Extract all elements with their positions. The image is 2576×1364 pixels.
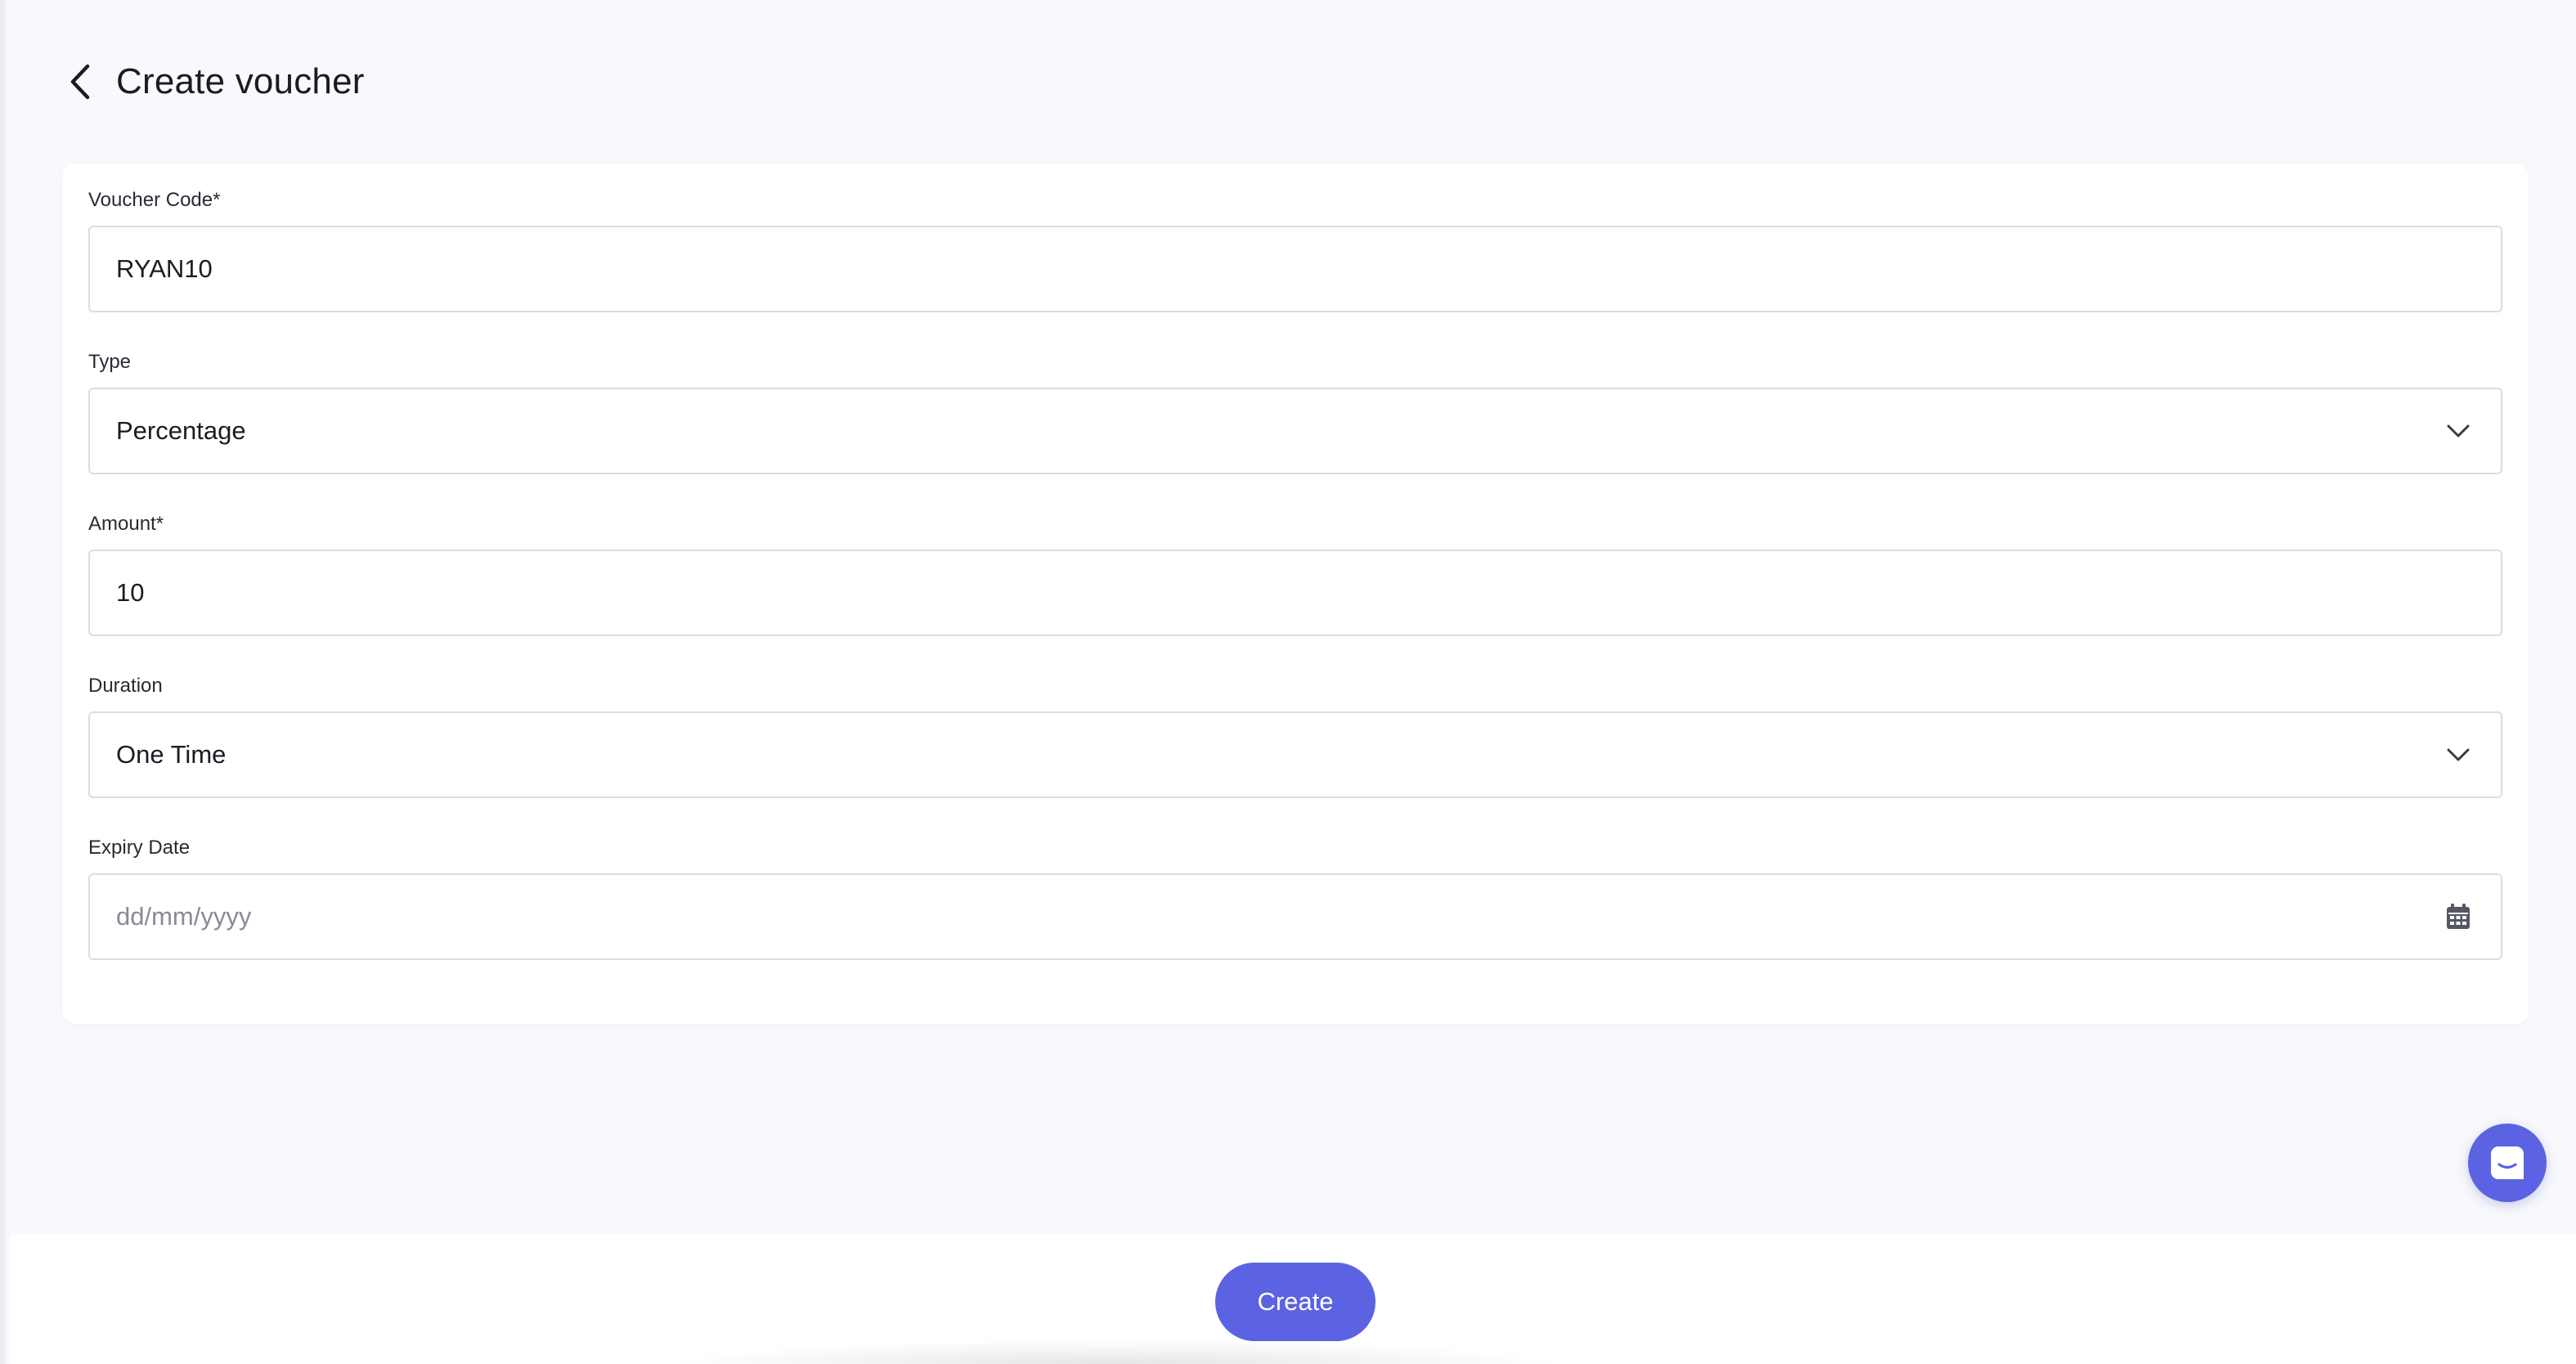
type-select[interactable]: Percentage bbox=[88, 388, 2502, 474]
chevron-down-icon bbox=[2442, 415, 2475, 447]
page-title: Create voucher bbox=[116, 61, 365, 101]
voucher-code-label: Voucher Code* bbox=[88, 189, 221, 211]
amount-label: Amount* bbox=[88, 513, 164, 535]
duration-selected-value: One Time bbox=[116, 740, 227, 769]
footer-bar: Create bbox=[10, 1235, 2576, 1364]
amount-input[interactable] bbox=[116, 578, 2475, 608]
expiry-date-field: Expiry Date bbox=[88, 836, 2502, 960]
duration-select[interactable]: One Time bbox=[88, 711, 2502, 798]
voucher-code-input[interactable] bbox=[116, 254, 2475, 284]
voucher-code-box bbox=[88, 226, 2502, 312]
duration-label: Duration bbox=[88, 675, 163, 697]
chat-icon bbox=[2491, 1146, 2524, 1179]
footer-shadow bbox=[664, 1339, 1564, 1364]
chat-launcher-button[interactable] bbox=[2468, 1124, 2547, 1202]
voucher-form-card: Voucher Code* Type Percentage Amount* bbox=[62, 164, 2529, 1024]
calendar-icon[interactable] bbox=[2442, 900, 2475, 933]
back-button[interactable] bbox=[62, 59, 98, 105]
create-button[interactable]: Create bbox=[1215, 1263, 1376, 1341]
expiry-date-box bbox=[88, 873, 2502, 960]
duration-field: Duration One Time bbox=[88, 674, 2502, 798]
voucher-code-field: Voucher Code* bbox=[88, 188, 2502, 312]
chevron-down-icon bbox=[2442, 738, 2475, 771]
type-field: Type Percentage bbox=[88, 350, 2502, 474]
page: Create voucher Voucher Code* Type Percen… bbox=[0, 0, 2576, 1364]
chevron-left-icon bbox=[70, 64, 90, 100]
amount-box bbox=[88, 550, 2502, 636]
expiry-date-input[interactable] bbox=[116, 902, 2442, 931]
expiry-date-label: Expiry Date bbox=[88, 837, 191, 859]
type-selected-value: Percentage bbox=[116, 416, 246, 445]
type-label: Type bbox=[88, 351, 132, 373]
page-header: Create voucher bbox=[62, 54, 365, 110]
amount-field: Amount* bbox=[88, 512, 2502, 636]
